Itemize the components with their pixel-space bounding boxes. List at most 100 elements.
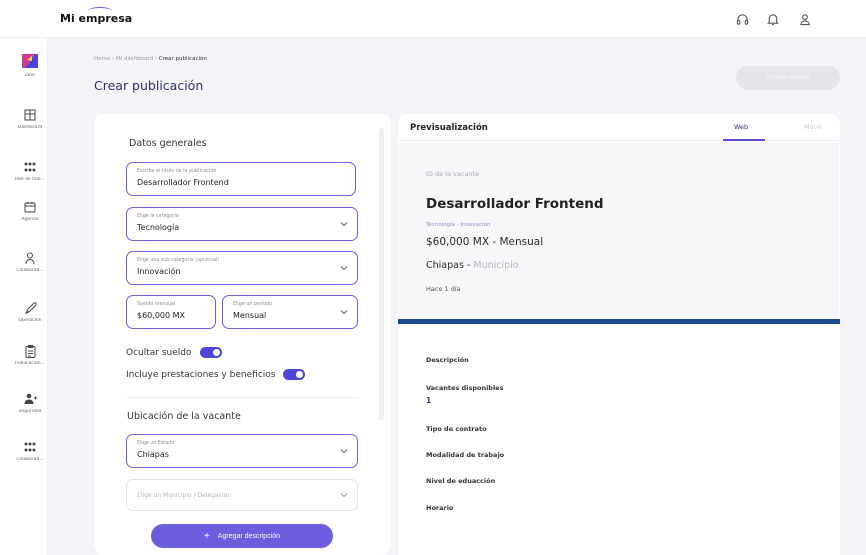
state-label: Elige un Estado — [137, 441, 175, 446]
security-icon — [12, 392, 48, 406]
general-section-title: Datos generales — [129, 138, 207, 149]
benefits-label: Incluye prestaciones y beneficios — [126, 369, 276, 380]
divider — [126, 397, 358, 398]
hide-salary-label: Ocultar sueldo — [126, 347, 192, 358]
period-label: Elige un periodo — [233, 302, 273, 307]
salary-label: Sueldo mensual — [137, 302, 176, 307]
subcategory-value: Innovación — [137, 267, 181, 276]
preview-municipality: Municipio — [473, 260, 519, 271]
sidebar-item-dashboard[interactable]: Dashboard — [12, 108, 48, 130]
preview-state: Chiapas — [426, 260, 464, 271]
modality-label: Modalidad de trabajo — [426, 451, 505, 459]
top-bar: Mi empresa — [0, 0, 866, 38]
sidebar-logo-label: Zeur — [24, 73, 36, 78]
breadcrumb-separator: › — [154, 56, 158, 62]
job-title-field[interactable]: Escribe el título de la publicación Desa… — [126, 162, 356, 196]
team-icon — [12, 440, 48, 454]
collaborator-icon — [12, 251, 48, 265]
add-description-label: Agregar descripción — [217, 532, 281, 540]
chevron-down-icon — [340, 310, 348, 315]
sidebar-item-label: Operación — [18, 318, 42, 323]
add-description-button[interactable]: + Agregar descripción — [151, 524, 333, 548]
preview-category-path: Tecnología - Innovación — [426, 222, 491, 228]
page-title: Crear publicación — [94, 78, 204, 93]
sidebar: Zeur Dashboard Red de tale... Agenda Col… — [12, 38, 48, 555]
publication-icon — [12, 344, 48, 358]
subcategory-label: Elige una sub-categoría (opcional) — [137, 258, 220, 263]
category-value: Tecnología — [137, 223, 180, 232]
zeur-logo-icon — [22, 54, 38, 68]
sidebar-item-publications[interactable]: Publicación... — [12, 344, 48, 366]
description-label: Descripción — [426, 356, 469, 364]
sidebar-item-label: Seguridad — [18, 409, 42, 414]
breadcrumb-dashboard[interactable]: Mi dashboard — [116, 56, 153, 62]
active-tab-indicator — [723, 139, 765, 141]
period-value: Mensual — [233, 311, 267, 320]
user-icon[interactable] — [796, 10, 814, 28]
hide-salary-row: Ocultar sueldo — [126, 347, 222, 358]
sidebar-item-label: Dashboard — [17, 125, 43, 130]
preview-summary-card — [399, 142, 839, 320]
chevron-down-icon — [340, 449, 348, 454]
sidebar-item-network[interactable]: Red de tale... — [12, 160, 48, 182]
preview-header: Previsualización Web Móvil — [398, 114, 840, 141]
benefits-toggle[interactable] — [283, 369, 306, 380]
sidebar-item-label: Colaborad... — [16, 457, 44, 462]
municipality-select[interactable]: Elige un Municipio / Delegación — [126, 479, 358, 511]
period-select[interactable]: Elige un periodo Mensual — [222, 295, 358, 329]
contract-label: Tipo de contrato — [426, 425, 487, 433]
breadcrumb-separator: › — [112, 56, 115, 62]
preview-location: Chiapas - Municipio — [426, 260, 519, 271]
network-icon — [12, 160, 48, 174]
dashboard-icon — [12, 108, 48, 122]
vacancy-id: ID de la vacante — [426, 170, 480, 178]
calendar-icon — [12, 200, 48, 214]
salary-value: $60,000 MX — [137, 311, 186, 320]
subcategory-select[interactable]: Elige una sub-categoría (opcional) Innov… — [126, 251, 358, 285]
sidebar-item-agenda[interactable]: Agenda — [12, 200, 48, 222]
preview-panel: Previsualización Web Móvil ID de la vaca… — [398, 114, 840, 555]
breadcrumb-current: Crear publicación — [158, 56, 207, 62]
category-label: Elige la categoría — [137, 214, 179, 219]
chevron-down-icon — [340, 222, 348, 227]
job-title-label: Escribe el título de la publicación — [137, 169, 217, 174]
preview-job-title: Desarrollador Frontend — [426, 196, 604, 212]
sidebar-item-label: Agenda — [21, 217, 39, 222]
preview-title: Previsualización — [410, 123, 488, 133]
plus-icon: + — [203, 530, 210, 542]
sidebar-item-label: Publicación... — [15, 361, 45, 366]
vacancies-label: Vacantes disponibles — [426, 384, 504, 392]
preview-location-separator: - — [463, 260, 474, 271]
publish-button[interactable]: Publicar empleo — [736, 66, 840, 90]
sidebar-item-label: Colaborad... — [16, 268, 44, 273]
bell-icon[interactable] — [764, 10, 782, 28]
preview-posted: Hace 1 día — [426, 285, 461, 293]
tab-mobile[interactable]: Móvil — [804, 123, 821, 131]
sidebar-item-operation[interactable]: Operación — [12, 301, 48, 323]
state-select[interactable]: Elige un Estado Chiapas — [126, 434, 358, 468]
municipality-placeholder: Elige un Municipio / Delegación — [137, 492, 232, 499]
chevron-down-icon — [340, 493, 348, 498]
education-label: Nivel de eduacción — [426, 477, 496, 485]
sidebar-item-team[interactable]: Colaborad... — [12, 440, 48, 462]
preview-salary: $60,000 MX - Mensual — [426, 236, 544, 248]
preview-accent-bar — [398, 319, 840, 324]
benefits-row: Incluye prestaciones y beneficios — [126, 369, 306, 380]
sidebar-logo[interactable]: Zeur — [12, 52, 48, 78]
breadcrumb-home[interactable]: Home — [94, 56, 110, 62]
hide-salary-toggle[interactable] — [199, 347, 222, 358]
headset-icon[interactable] — [733, 10, 751, 28]
breadcrumb: Home › Mi dashboard › Crear publicación — [94, 56, 207, 62]
job-title-value: Desarrollador Frontend — [137, 178, 229, 187]
state-value: Chiapas — [137, 450, 169, 459]
schedule-label: Horario — [426, 504, 454, 512]
category-select[interactable]: Elige la categoría Tecnología — [126, 207, 358, 241]
sidebar-item-collaborators[interactable]: Colaborad... — [12, 251, 48, 273]
form-scrollbar[interactable] — [379, 128, 384, 420]
salary-field[interactable]: Sueldo mensual $60,000 MX — [126, 295, 216, 329]
chevron-down-icon — [340, 266, 348, 271]
location-section-title: Ubicación de la vacante — [127, 411, 241, 422]
tab-web[interactable]: Web — [734, 123, 748, 131]
brand-arc — [88, 7, 112, 15]
sidebar-item-security[interactable]: Seguridad — [12, 392, 48, 414]
